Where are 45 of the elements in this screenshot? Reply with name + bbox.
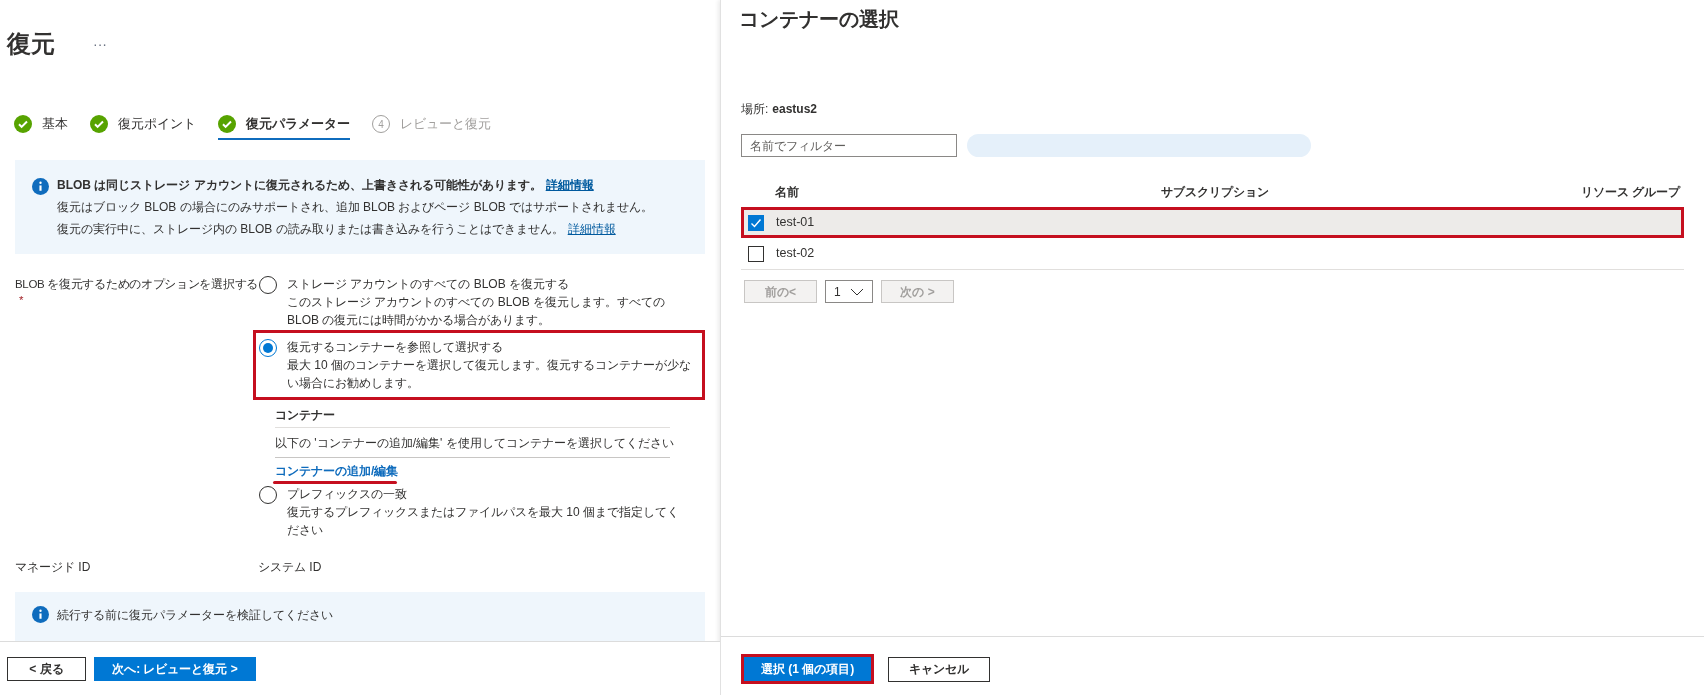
checkbox[interactable] (748, 214, 764, 231)
back-button[interactable]: < 戻る (7, 656, 86, 681)
field-label: マネージド ID (15, 559, 92, 576)
chevron-down-icon (850, 287, 864, 296)
page-title: 復元 (7, 29, 55, 59)
column-header: サブスクリプション (1161, 185, 1269, 199)
hint-text: 以下の 'コンテナーの追加/編集' を使用してコンテナーを選択してください (275, 434, 674, 452)
info-text: 復元はブロック BLOB の場合にのみサポートされ、追加 BLOB およびページ BLOB ではサポートされません。 (57, 199, 654, 216)
more-button[interactable]: ··· (93, 33, 107, 55)
next-button[interactable]: 次へ: レビューと復元 > (94, 656, 256, 681)
link[interactable]: 詳細情報 (567, 222, 616, 236)
info-icon (32, 178, 49, 195)
option-title: ストレージ アカウントのすべての BLOB を復元する (287, 276, 571, 293)
section-heading: コンテナー (275, 406, 335, 424)
page-dropdown[interactable]: 1 (825, 280, 873, 303)
column-header: 名前 (775, 185, 799, 199)
select-button[interactable]: 選択 (1 個の項目) (744, 657, 872, 681)
wizard-step[interactable]: 復元ポイント (90, 110, 196, 140)
location-label: 場所: (741, 101, 769, 118)
option-title: 復元するコンテナーを参照して選択する (287, 339, 504, 356)
required-marker: * (19, 293, 24, 308)
table-cell-text: test-02 (776, 245, 815, 263)
table-row[interactable]: test-02 (741, 238, 1684, 269)
info-text: 続行する前に復元パラメーターを検証してください (57, 607, 333, 624)
info-icon (32, 606, 49, 623)
option-description: このストレージ アカウントのすべての BLOB を復元します。すべての BLOB の復元には時間がかかる場合があります。 (287, 294, 667, 329)
link[interactable]: 詳細情報 (545, 178, 594, 192)
info-text: BLOB は同じストレージ アカウントに復元されるため、上書きされる可能性があります。 詳細情報 (57, 177, 595, 194)
filter-field[interactable]: 名前でフィルター (741, 134, 957, 157)
cancel-button[interactable]: キャンセル (888, 656, 991, 682)
field-label: BLOB を復元するためのオプションを選択する (15, 277, 258, 292)
panel-title: コンテナーの選択 (739, 7, 900, 32)
field-value: システム ID (258, 559, 322, 576)
table-row[interactable]: test-01 (741, 207, 1684, 238)
wizard-step[interactable]: 復元パラメーター (218, 110, 350, 140)
column-header: リソース グループ (1581, 185, 1681, 199)
option-title: プレフィックスの一致 (287, 486, 408, 503)
table-cell-text: test-01 (776, 214, 815, 232)
wizard-step[interactable]: 基本 (14, 110, 68, 140)
location-value: eastus2 (772, 101, 818, 118)
option-description: 最大 10 個のコンテナーを選択して復元します。復元するコンテナーが少ない場合にお勧めします。 (287, 357, 692, 392)
info-text: 復元の実行中に、ストレージ内の BLOB の読み取りまたは書き込みを行うことはできません。 詳細情報 (57, 221, 617, 238)
option-description: 復元するプレフィックスまたはファイルパスを最大 10 個まで指定してください (287, 504, 680, 539)
checkbox[interactable] (748, 245, 764, 262)
link[interactable]: コンテナーの追加/編集 (275, 462, 399, 480)
